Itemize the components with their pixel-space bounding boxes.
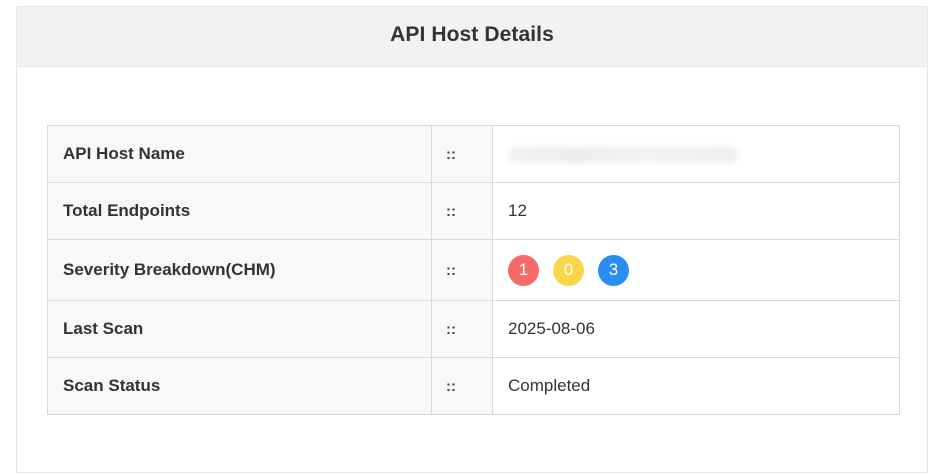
separator: :: [431, 239, 493, 301]
redacted-host-name [508, 146, 738, 163]
card-header: API Host Details [17, 7, 927, 67]
scan-status-label: Scan Status [47, 357, 432, 415]
scan-status-value: Completed [492, 357, 900, 415]
api-host-name-label: API Host Name [47, 125, 432, 183]
table-row-last-scan: Last Scan :: 2025-08-06 [47, 300, 900, 358]
table-row-api-host-name: API Host Name :: [47, 125, 900, 183]
last-scan-label: Last Scan [47, 300, 432, 358]
separator: :: [431, 357, 493, 415]
separator: :: [431, 125, 493, 183]
table-row-scan-status: Scan Status :: Completed [47, 357, 900, 415]
severity-breakdown-value: 1 0 3 [492, 239, 900, 301]
medium-count-badge: 3 [598, 254, 629, 286]
severity-badges: 1 0 3 [508, 254, 884, 286]
total-endpoints-label: Total Endpoints [47, 182, 432, 240]
high-count-badge: 0 [553, 254, 584, 286]
details-table: API Host Name :: Total Endpoints :: 12 S… [47, 125, 900, 415]
last-scan-value: 2025-08-06 [492, 300, 900, 358]
card-title: API Host Details [390, 22, 554, 46]
table-row-total-endpoints: Total Endpoints :: 12 [47, 182, 900, 240]
separator: :: [431, 300, 493, 358]
total-endpoints-value: 12 [492, 182, 900, 240]
api-host-name-value [492, 125, 900, 183]
table-row-severity-breakdown: Severity Breakdown(CHM) :: 1 0 3 [47, 239, 900, 301]
separator: :: [431, 182, 493, 240]
severity-breakdown-label: Severity Breakdown(CHM) [47, 239, 432, 301]
api-host-details-card: API Host Details API Host Name :: Total … [16, 6, 928, 473]
critical-count-badge: 1 [508, 254, 539, 286]
